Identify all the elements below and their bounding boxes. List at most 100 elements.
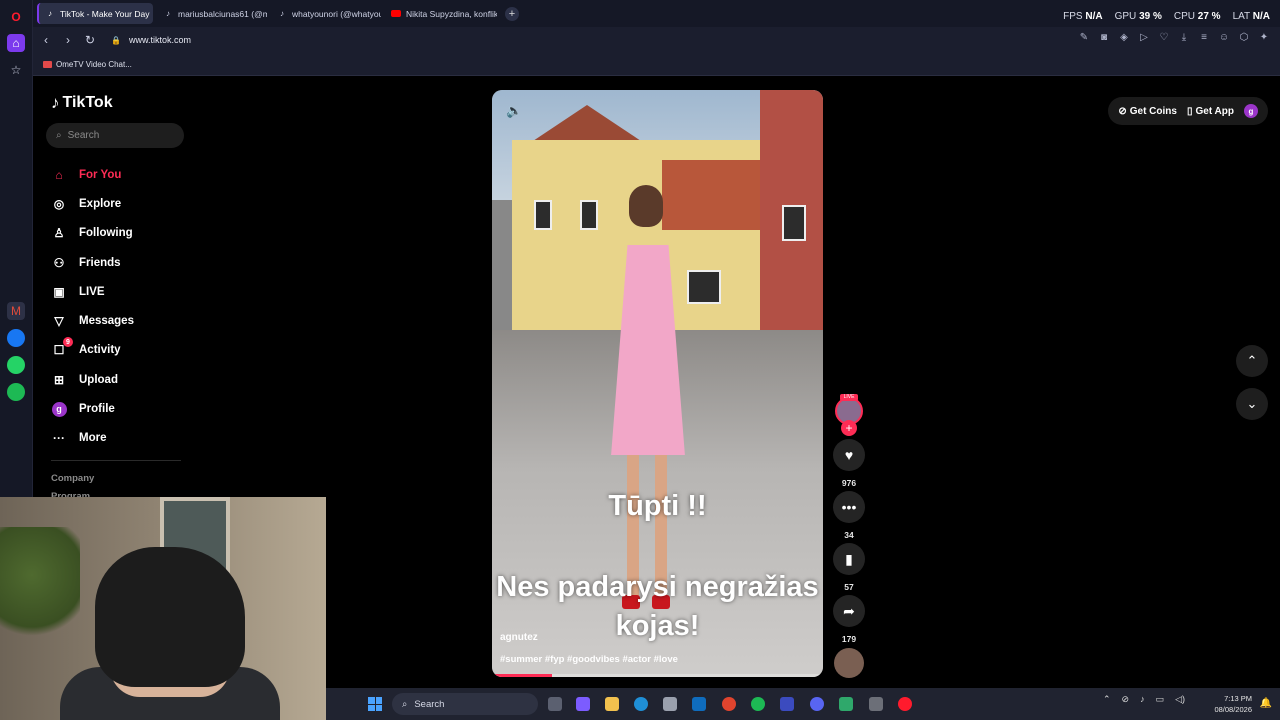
nav-messages[interactable]: ▽ Messages [51, 306, 134, 335]
bookmark-icon[interactable]: ▮ [833, 543, 865, 575]
previous-video-button[interactable]: ⌃ [1236, 345, 1268, 377]
phone-icon: ▯ [1186, 105, 1193, 117]
star-icon[interactable]: ☆ [7, 61, 25, 79]
like-action[interactable]: ♥ 976 [833, 439, 865, 488]
comment-action[interactable]: ••• 34 [833, 491, 865, 540]
task-view-icon[interactable] [548, 697, 562, 711]
network-off-icon[interactable]: ⊘ [1122, 694, 1130, 705]
comment-icon[interactable]: ••• [833, 491, 865, 523]
app-icon[interactable] [780, 697, 794, 711]
camera-icon[interactable]: ◙ [1098, 32, 1110, 43]
video-username[interactable]: agnutez [500, 632, 538, 643]
search-placeholder: Search [67, 130, 100, 141]
tiktok-note-icon: ♪ [51, 93, 60, 112]
nav-friends[interactable]: ⚇ Friends [51, 248, 134, 277]
whatsapp-icon[interactable] [7, 356, 25, 374]
microphone-icon[interactable]: ♪ [1140, 694, 1145, 705]
nav-label: Following [79, 227, 133, 240]
heart-icon[interactable]: ♡ [1158, 32, 1170, 43]
search-input[interactable]: ⌕ Search [46, 123, 184, 148]
download-icon[interactable]: ⤓ [1178, 32, 1190, 43]
coin-icon: ⊘ [1118, 105, 1127, 117]
extensions-icon[interactable]: ⬡ [1238, 32, 1250, 43]
tab-tiktok[interactable]: ♪ TikTok - Make Your Day [37, 3, 153, 24]
nav-profile[interactable]: g Profile [51, 394, 134, 423]
bookmark-ometv[interactable]: OmeTV Video Chat... [43, 60, 132, 69]
app-green-icon[interactable] [839, 697, 853, 711]
account-icon[interactable]: ☺ [1218, 32, 1230, 43]
nav-more[interactable]: ··· More [51, 424, 134, 453]
volume-icon[interactable]: 🔈 [506, 103, 522, 119]
follow-plus-icon[interactable]: + [841, 420, 857, 436]
save-action[interactable]: ▮ 57 [833, 543, 865, 592]
webcam-plant [0, 527, 80, 647]
user-avatar[interactable]: g [1244, 104, 1258, 118]
ai-icon[interactable]: ✦ [1258, 32, 1270, 43]
spotify-icon[interactable] [7, 383, 25, 401]
bookmarks-bar: OmeTV Video Chat... [33, 53, 1280, 76]
tiktok-favicon-icon: ♪ [48, 9, 52, 18]
tab-youtube[interactable]: Nikita Supyzdina, konflikta [385, 3, 497, 24]
reload-icon[interactable]: ↻ [79, 29, 101, 51]
video-player[interactable]: 🔈 Tūpti !! Nes padarysi negražias kojas!… [492, 90, 823, 677]
file-explorer-icon[interactable] [605, 697, 619, 711]
nav-explore[interactable]: ◎ Explore [51, 189, 134, 218]
nav-activity[interactable]: ☐ 9 Activity [51, 336, 134, 365]
bell-icon: ☐ 9 [51, 337, 73, 358]
footer-link-company[interactable]: Company [51, 470, 94, 488]
video-progress-bar[interactable] [492, 674, 823, 677]
tiktok-logo[interactable]: ♪ TikTok [51, 93, 113, 113]
menu-icon[interactable]: ≡ [1198, 32, 1210, 43]
copilot-icon[interactable] [576, 697, 590, 711]
play-icon[interactable]: ▷ [1138, 32, 1150, 43]
taskbar-search[interactable]: ⌕ Search [392, 693, 538, 715]
bookmark-label: OmeTV Video Chat... [56, 59, 132, 69]
get-coins-button[interactable]: ⊘ Get Coins [1118, 106, 1177, 117]
heart-icon[interactable]: ♥ [833, 439, 865, 471]
discord-icon[interactable] [810, 697, 824, 711]
next-video-button[interactable]: ⌄ [1236, 388, 1268, 420]
header-actions: ⊘ Get Coins ▯ Get App g [1108, 97, 1268, 125]
sidebar-divider [51, 460, 181, 461]
spotify-taskbar-icon[interactable] [751, 697, 765, 711]
gmail-icon[interactable]: M [7, 302, 25, 320]
app-grey-icon[interactable] [869, 697, 883, 711]
nav-label: Explore [79, 197, 122, 210]
nav-upload[interactable]: ⊞ Upload [51, 365, 134, 394]
shield-icon[interactable]: ◈ [1118, 32, 1130, 43]
taskbar-clock[interactable]: 7:13 PM 08/08/2026 [1214, 693, 1252, 715]
messenger-icon[interactable] [7, 329, 25, 347]
share-action[interactable]: ➦ 179 [833, 595, 865, 644]
webcam-overlay [0, 497, 326, 720]
windows-start-icon[interactable] [368, 697, 382, 711]
get-app-button[interactable]: ▯ Get App [1187, 106, 1234, 117]
nav-for-you[interactable]: ⌂ For You [51, 160, 134, 189]
tab-profile-2[interactable]: ♪ whatyounori (@whatyoun [271, 3, 381, 24]
save-count: 57 [844, 582, 854, 592]
tab-profile-1[interactable]: ♪ mariusbalciunas61 (@mar [157, 3, 267, 24]
opera-taskbar-icon[interactable] [898, 697, 912, 711]
music-disc-icon[interactable] [834, 648, 864, 678]
new-tab-button[interactable]: + [505, 6, 519, 21]
chrome-icon[interactable] [722, 697, 736, 711]
edit-icon[interactable]: ✎ [1078, 32, 1090, 43]
notification-bell-icon[interactable]: 🔔 [1260, 698, 1272, 709]
forward-icon[interactable]: › [57, 29, 79, 51]
url-field[interactable]: 🔒 www.tiktok.com [111, 31, 191, 49]
edge-icon[interactable] [634, 697, 648, 711]
video-hashtags[interactable]: #summer #fyp #goodvibes #actor #love [500, 654, 678, 665]
chevron-up-icon[interactable]: ⌃ [1103, 694, 1111, 705]
nav-live[interactable]: ▣ LIVE [51, 277, 134, 306]
share-icon[interactable]: ➦ [833, 595, 865, 627]
nav-following[interactable]: ♙ Following [51, 219, 134, 248]
outlook-icon[interactable] [692, 697, 706, 711]
nav-label: Upload [79, 373, 118, 386]
home-sidebar-icon[interactable]: ⌂ [7, 34, 25, 52]
windows-taskbar: ⌕ Search ⌃ ⊘ ♪ ▭ ◁) 7:13 PM 08/08/2026 🔔 [326, 688, 1280, 720]
back-icon[interactable]: ‹ [35, 29, 57, 51]
opera-logo-icon[interactable]: O [7, 8, 25, 26]
search-icon: ⌕ [56, 130, 62, 141]
speaker-icon[interactable]: ◁) [1175, 694, 1185, 705]
store-icon[interactable] [663, 697, 677, 711]
display-icon[interactable]: ▭ [1156, 694, 1165, 705]
